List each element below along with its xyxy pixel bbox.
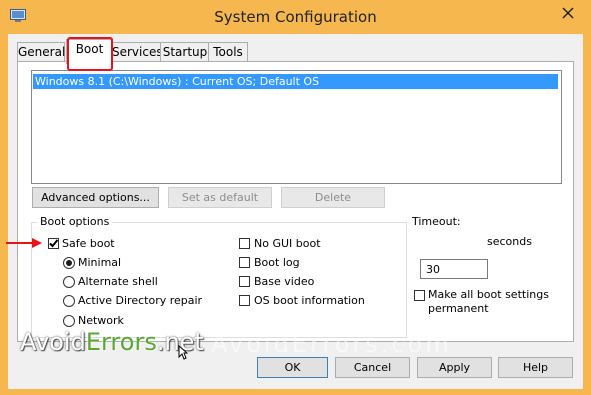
- window-title: System Configuration: [214, 8, 377, 26]
- tab-boot[interactable]: Boot: [66, 39, 113, 64]
- apply-button[interactable]: Apply: [417, 357, 492, 378]
- ok-button[interactable]: OK: [257, 357, 328, 378]
- checkmark-icon: [49, 239, 59, 248]
- watermark-part-errors: Errors: [85, 328, 157, 356]
- safe-boot-checkbox[interactable]: [48, 238, 59, 249]
- title-bar: System Configuration: [0, 0, 591, 34]
- boot-log-label: Boot log: [254, 256, 300, 269]
- alternate-shell-label: Alternate shell: [78, 275, 158, 288]
- timeout-label: Timeout:: [412, 215, 461, 228]
- system-configuration-window: System Configuration General Boot Servic…: [0, 0, 591, 395]
- watermark-ghost: AvoidErrors.com: [211, 330, 452, 358]
- tab-startup[interactable]: Startup: [160, 42, 210, 62]
- mouse-cursor-icon: [178, 345, 188, 360]
- no-gui-boot-label: No GUI boot: [254, 237, 321, 250]
- minimal-label: Minimal: [78, 256, 122, 269]
- set-as-default-button[interactable]: Set as default: [168, 187, 272, 208]
- os-boot-information-checkbox[interactable]: [239, 295, 250, 306]
- base-video-label: Base video: [254, 275, 315, 288]
- close-icon[interactable]: [550, 2, 586, 24]
- tab-tools[interactable]: Tools: [208, 42, 248, 62]
- os-list[interactable]: Windows 8.1 (C:\Windows) : Current OS; D…: [31, 70, 562, 184]
- alternate-shell-radio[interactable]: [63, 276, 75, 288]
- os-list-item[interactable]: Windows 8.1 (C:\Windows) : Current OS; D…: [33, 74, 558, 89]
- red-arrow-icon: [6, 238, 42, 248]
- tab-general[interactable]: General: [17, 42, 65, 62]
- network-radio[interactable]: [63, 315, 75, 327]
- network-label: Network: [78, 314, 124, 327]
- active-directory-repair-label: Active Directory repair: [78, 294, 203, 307]
- no-gui-boot-checkbox[interactable]: [239, 238, 250, 249]
- make-permanent-label-line2: permanent: [428, 302, 489, 315]
- watermark-logo: AvoidErrors.net: [20, 328, 204, 356]
- tab-services[interactable]: Services: [111, 42, 163, 62]
- base-video-checkbox[interactable]: [239, 276, 250, 287]
- boot-options-label: Boot options: [37, 215, 113, 228]
- advanced-options-button[interactable]: Advanced options...: [32, 187, 159, 208]
- delete-button[interactable]: Delete: [281, 187, 385, 208]
- watermark-part-avoid: Avoid: [20, 328, 86, 356]
- minimal-radio[interactable]: [63, 257, 75, 269]
- boot-log-checkbox[interactable]: [239, 257, 250, 268]
- timeout-input[interactable]: 30: [420, 259, 488, 279]
- make-permanent-checkbox[interactable]: [414, 290, 425, 301]
- cancel-button[interactable]: Cancel: [335, 357, 410, 378]
- safe-boot-label: Safe boot: [62, 237, 115, 250]
- make-permanent-label-line1: Make all boot settings: [428, 288, 549, 301]
- os-boot-information-label: OS boot information: [254, 294, 365, 307]
- active-directory-repair-radio[interactable]: [63, 295, 75, 307]
- help-button[interactable]: Help: [498, 357, 573, 378]
- boot-tab-panel: Windows 8.1 (C:\Windows) : Current OS; D…: [17, 61, 574, 342]
- timeout-unit: seconds: [487, 235, 532, 248]
